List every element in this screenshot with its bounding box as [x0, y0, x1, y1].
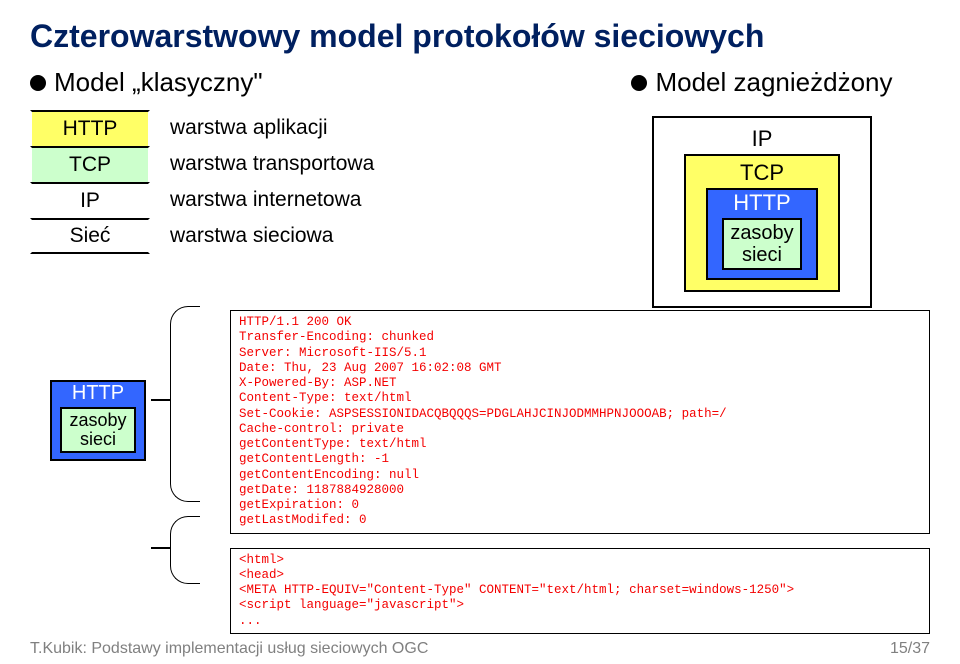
- mini-http-label: HTTP: [60, 382, 136, 405]
- layer-siec: Sieć: [30, 218, 150, 254]
- nested-resources-l2: sieci: [742, 244, 782, 266]
- mini-resources-l2: sieci: [80, 429, 116, 449]
- layer-tcp: TCP: [30, 146, 150, 182]
- layer-ip: IP: [30, 182, 150, 218]
- nested-resources-l1: zasoby: [730, 222, 793, 244]
- mini-resources-box: zasoby sieci: [60, 407, 136, 453]
- bullet-icon: [631, 75, 647, 91]
- right-bullet-row: Model zagnieżdżony: [631, 67, 892, 98]
- slide-title: Czterowarstwowy model protokołów sieciow…: [30, 18, 930, 55]
- footer-left: T.Kubik: Podstawy implementacji usług si…: [30, 640, 428, 658]
- html-snippet-block: <html> <head> <META HTTP-EQUIV="Content-…: [230, 548, 930, 634]
- desc-app: warstwa aplikacji: [170, 110, 374, 146]
- nested-http-box: HTTP zasoby sieci: [706, 188, 818, 280]
- layer-http: HTTP: [30, 110, 150, 146]
- footer-page-number: 15/37: [890, 640, 930, 658]
- nested-ip-label: IP: [684, 126, 840, 152]
- nested-tcp-label: TCP: [706, 160, 818, 186]
- nested-ip-box: IP TCP HTTP zasoby sieci: [652, 116, 872, 308]
- bullet-icon: [30, 75, 46, 91]
- desc-internet: warstwa internetowa: [170, 182, 374, 218]
- left-bullet-row: Model „klasyczny": [30, 67, 550, 98]
- nested-http-label: HTTP: [722, 190, 802, 216]
- desc-transport: warstwa transportowa: [170, 146, 374, 182]
- desc-network: warstwa sieciowa: [170, 218, 374, 254]
- nested-tcp-box: TCP HTTP zasoby sieci: [684, 154, 840, 292]
- mini-http-box: HTTP zasoby sieci: [50, 380, 146, 461]
- classic-stack: HTTP TCP IP Sieć: [30, 110, 150, 254]
- http-headers-block: HTTP/1.1 200 OK Transfer-Encoding: chunk…: [230, 310, 930, 534]
- brace-bottom-icon: [170, 516, 200, 584]
- classic-desc-stack: warstwa aplikacji warstwa transportowa w…: [170, 110, 374, 254]
- left-bracket-area: HTTP zasoby sieci: [30, 310, 230, 620]
- mini-resources-l1: zasoby: [69, 410, 126, 430]
- brace-top-icon: [170, 306, 200, 502]
- right-bullet-text: Model zagnieżdżony: [655, 67, 892, 98]
- left-bullet-text: Model „klasyczny": [54, 67, 263, 98]
- nested-resources-box: zasoby sieci: [722, 218, 802, 270]
